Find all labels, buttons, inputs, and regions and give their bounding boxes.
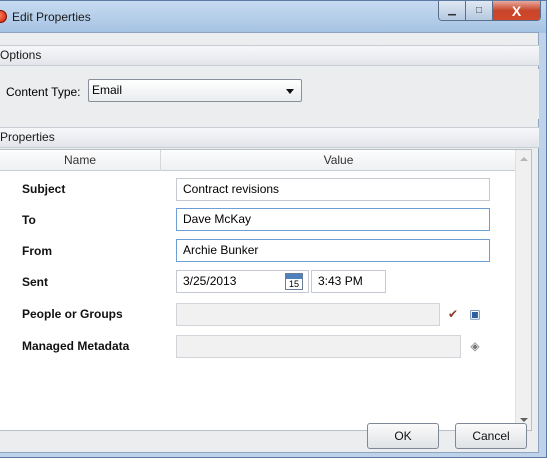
content-type-label: Content Type: <box>6 85 81 99</box>
calendar-day: 15 <box>288 279 299 289</box>
properties-section-title: Properties <box>0 130 55 144</box>
ok-button[interactable]: OK <box>367 423 439 449</box>
metadata-field[interactable] <box>176 335 461 358</box>
dialog-body: Options Content Type: Email Properties N… <box>0 32 539 453</box>
grid-scrollbar[interactable] <box>515 150 531 430</box>
minimize-icon: ▁ <box>448 5 456 16</box>
scroll-up-icon[interactable] <box>520 157 528 161</box>
property-row-to: To Dave McKay <box>0 205 516 236</box>
column-header-name[interactable]: Name <box>0 150 161 171</box>
chevron-down-icon <box>286 89 294 94</box>
property-row-metadata: Managed Metadata ◈ <box>0 331 516 362</box>
subject-field[interactable]: Contract revisions <box>176 178 490 201</box>
property-row-from: From Archie Bunker <box>0 236 516 267</box>
sent-date-value: 3/25/2013 <box>183 274 237 288</box>
from-field[interactable]: Archie Bunker <box>176 239 490 262</box>
property-row-sent: Sent 3/25/2013 15 3:43 PM <box>0 267 516 298</box>
tag-icon[interactable]: ◈ <box>468 339 482 353</box>
column-header-value[interactable]: Value <box>161 150 516 171</box>
sent-date-field[interactable]: 3/25/2013 15 <box>176 270 309 293</box>
cancel-button[interactable]: Cancel <box>455 423 527 449</box>
content-type-value: Email <box>92 83 123 97</box>
people-label: People or Groups <box>22 307 123 321</box>
subject-label: Subject <box>22 182 66 196</box>
metadata-label: Managed Metadata <box>22 339 130 353</box>
edit-properties-window: Edit Properties ▁ □ X Options Content Ty… <box>0 0 547 458</box>
options-section-title: Options <box>0 48 42 62</box>
calendar-icon[interactable]: 15 <box>285 273 303 290</box>
sent-time-field[interactable]: 3:43 PM <box>311 270 386 293</box>
address-book-icon[interactable]: ▣ <box>468 307 482 321</box>
maximize-button[interactable]: □ <box>466 1 493 20</box>
grid-header: Name Value <box>0 150 516 171</box>
maximize-icon: □ <box>475 5 483 16</box>
check-names-icon[interactable]: ✔ <box>446 307 460 321</box>
close-icon: X <box>511 2 522 19</box>
options-section-header: Options <box>0 45 539 66</box>
property-row-subject: Subject Contract revisions <box>0 174 516 205</box>
from-label: From <box>22 244 52 258</box>
options-section: Content Type: Email <box>0 69 539 119</box>
window-title: Edit Properties <box>12 10 91 24</box>
sent-label: Sent <box>22 275 49 289</box>
caption-buttons: ▁ □ X <box>438 1 541 21</box>
content-type-dropdown[interactable]: Email <box>88 79 302 102</box>
to-label: To <box>22 213 36 227</box>
minimize-button[interactable]: ▁ <box>439 1 466 20</box>
properties-section-header: Properties <box>0 127 539 148</box>
scroll-down-icon[interactable] <box>520 418 528 422</box>
title-bar[interactable]: Edit Properties ▁ □ X <box>0 1 546 33</box>
people-field[interactable] <box>176 303 440 326</box>
properties-grid: Name Value Subject Contract revisions To… <box>0 149 532 431</box>
property-row-people: People or Groups ✔ ▣ <box>0 299 516 330</box>
close-button[interactable]: X <box>493 1 540 20</box>
app-icon <box>0 10 7 23</box>
to-field[interactable]: Dave McKay <box>176 208 490 231</box>
